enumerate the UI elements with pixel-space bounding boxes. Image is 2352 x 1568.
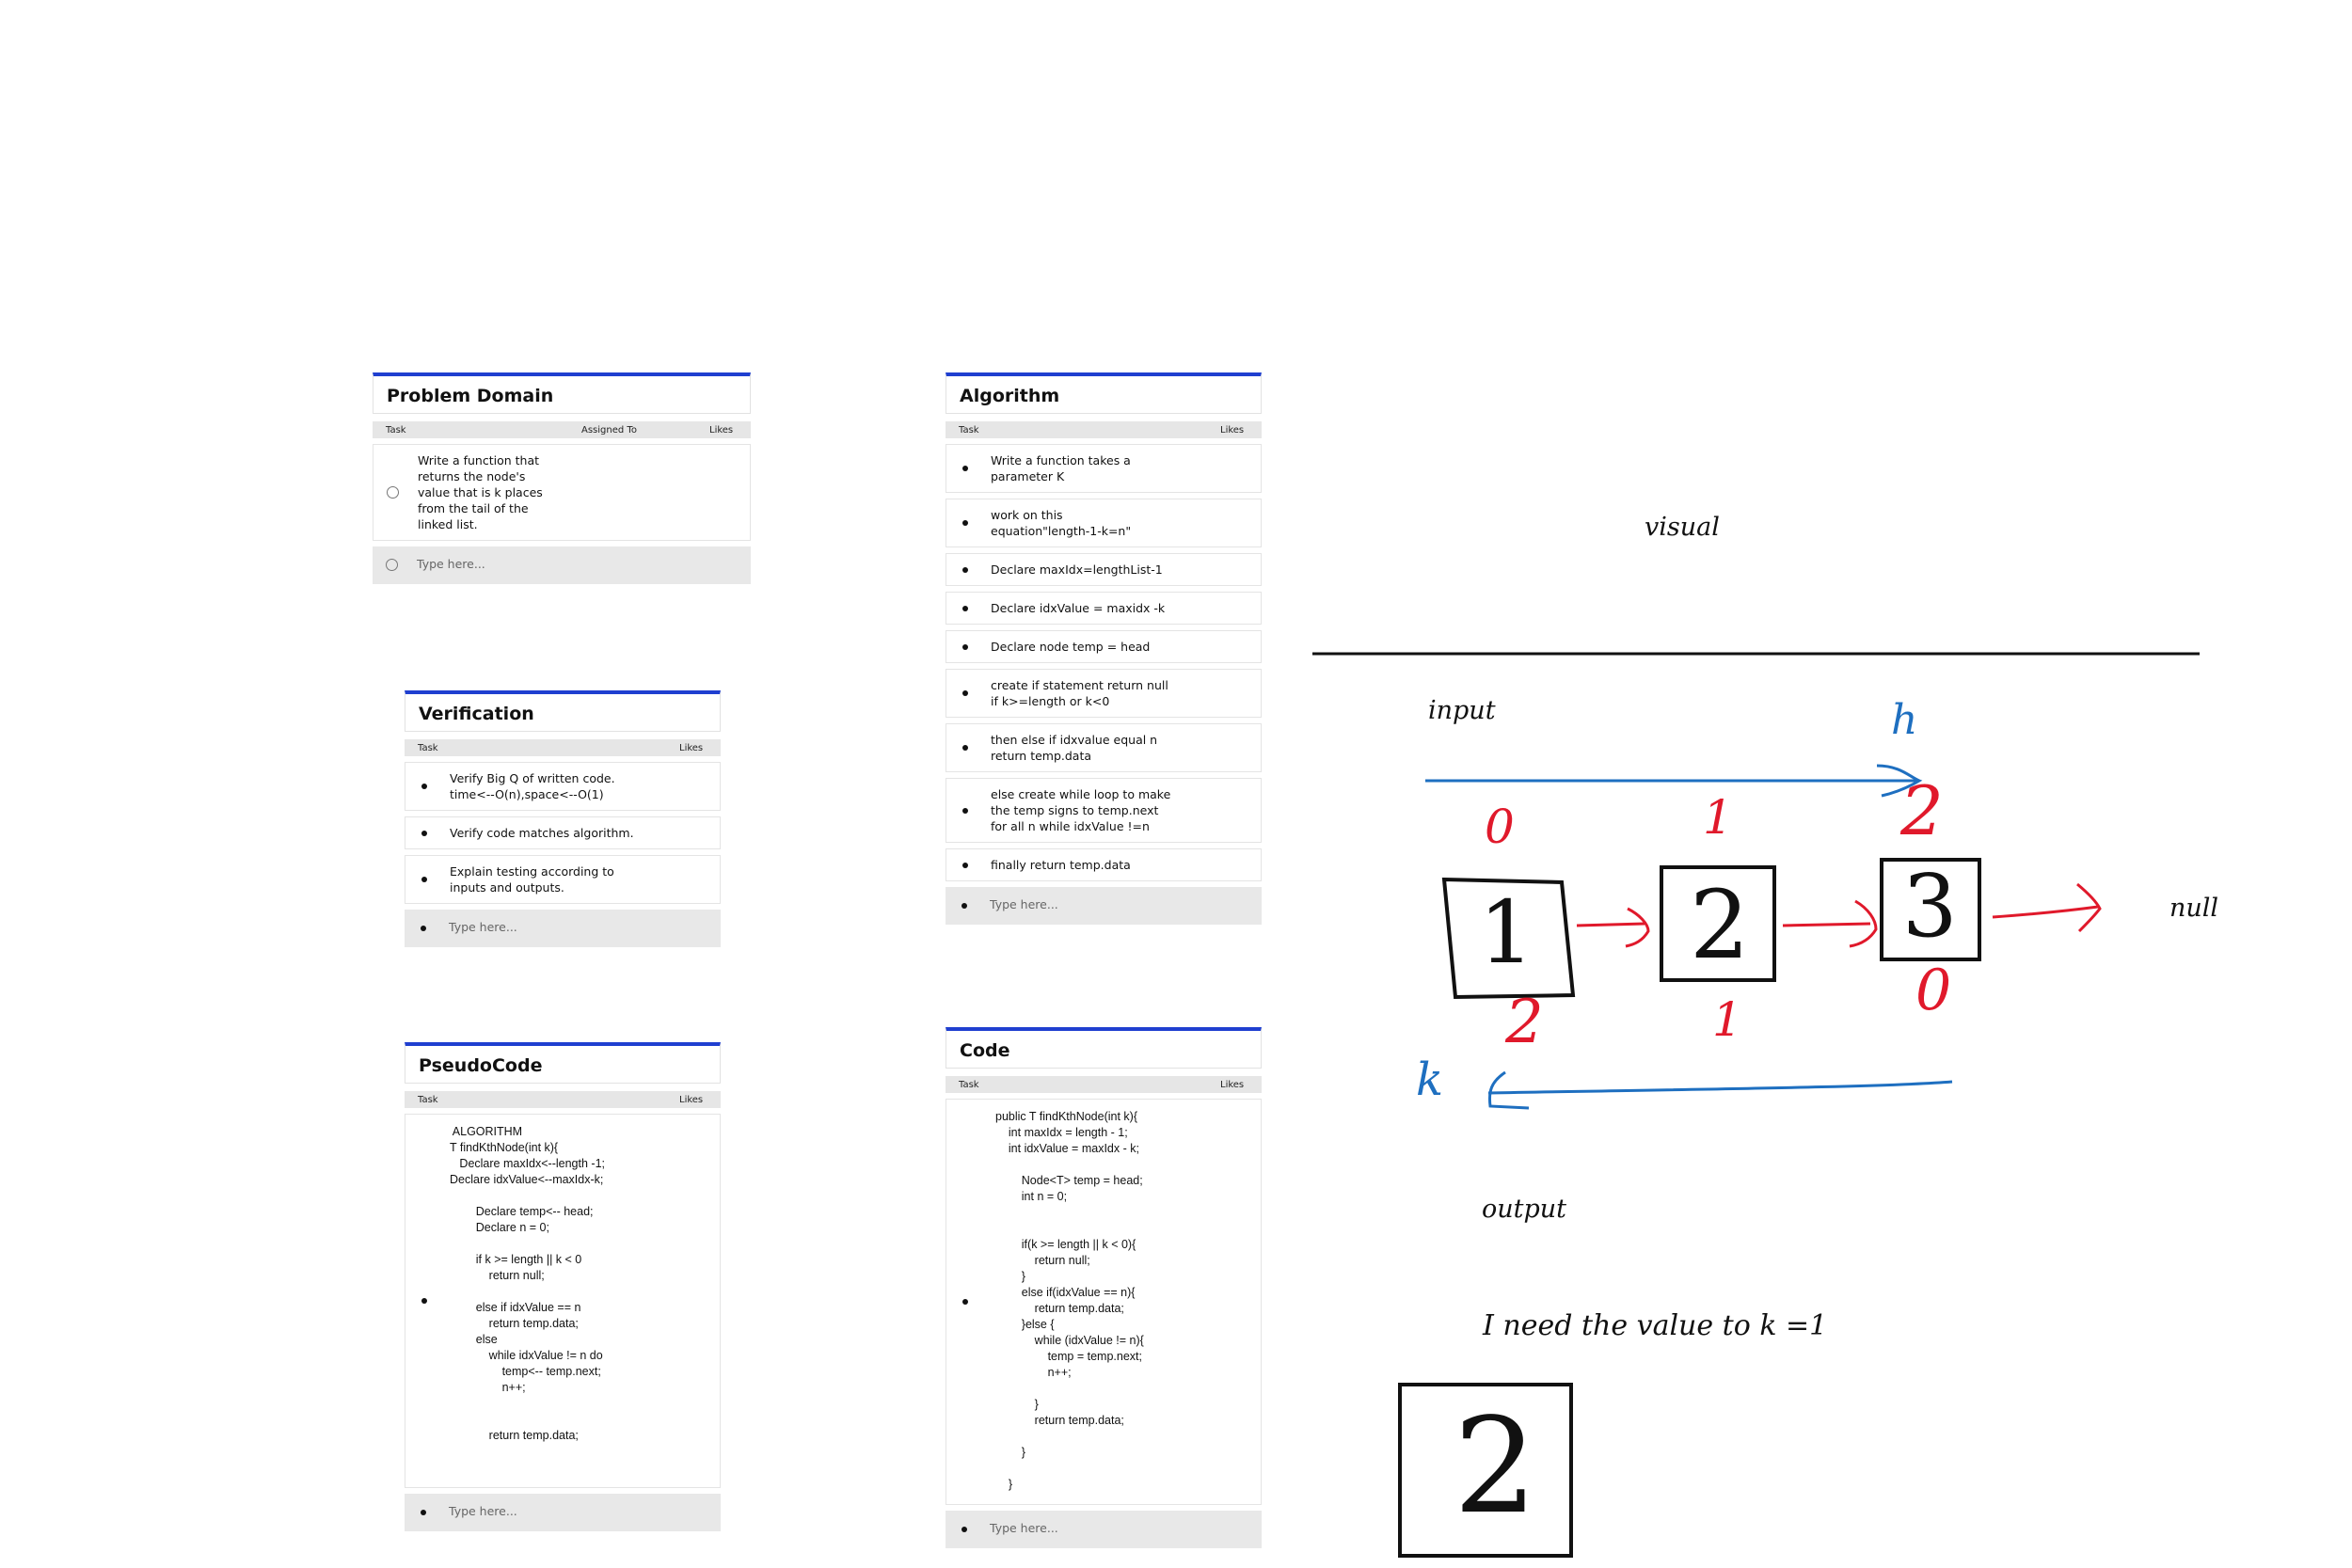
arrow-head-icon: [1487, 1070, 1530, 1110]
output-label: output: [1482, 1195, 1567, 1224]
bottom-index-1: 2: [1505, 988, 1544, 1057]
k-arrow: [1487, 1080, 1953, 1095]
next-arrow-1: [1576, 922, 1645, 927]
top-index-3: 2: [1900, 771, 1944, 850]
next-arrow-3: [1992, 905, 2099, 919]
top-index-2: 1: [1703, 790, 1733, 845]
result-value: 2: [1454, 1390, 1538, 1544]
bottom-index-2: 1: [1712, 992, 1742, 1047]
node-value-2: 2: [1690, 870, 1750, 980]
k-label: k: [1416, 1053, 1444, 1106]
head-label: h: [1891, 696, 1918, 744]
node-value-1: 1: [1479, 882, 1534, 983]
top-index-1: 0: [1485, 800, 1515, 854]
null-label: null: [2169, 894, 2219, 923]
sketch-note: I need the value to k =1: [1483, 1309, 1828, 1342]
next-arrow-2: [1782, 922, 1871, 927]
sketch-canvas: [1312, 652, 2200, 1558]
node-value-3: 3: [1902, 856, 1958, 957]
sketch-title: visual: [1645, 513, 1720, 542]
input-label: input: [1428, 696, 1496, 725]
bottom-index-3: 0: [1915, 958, 1952, 1023]
arrow-head-icon: [1625, 907, 1650, 948]
